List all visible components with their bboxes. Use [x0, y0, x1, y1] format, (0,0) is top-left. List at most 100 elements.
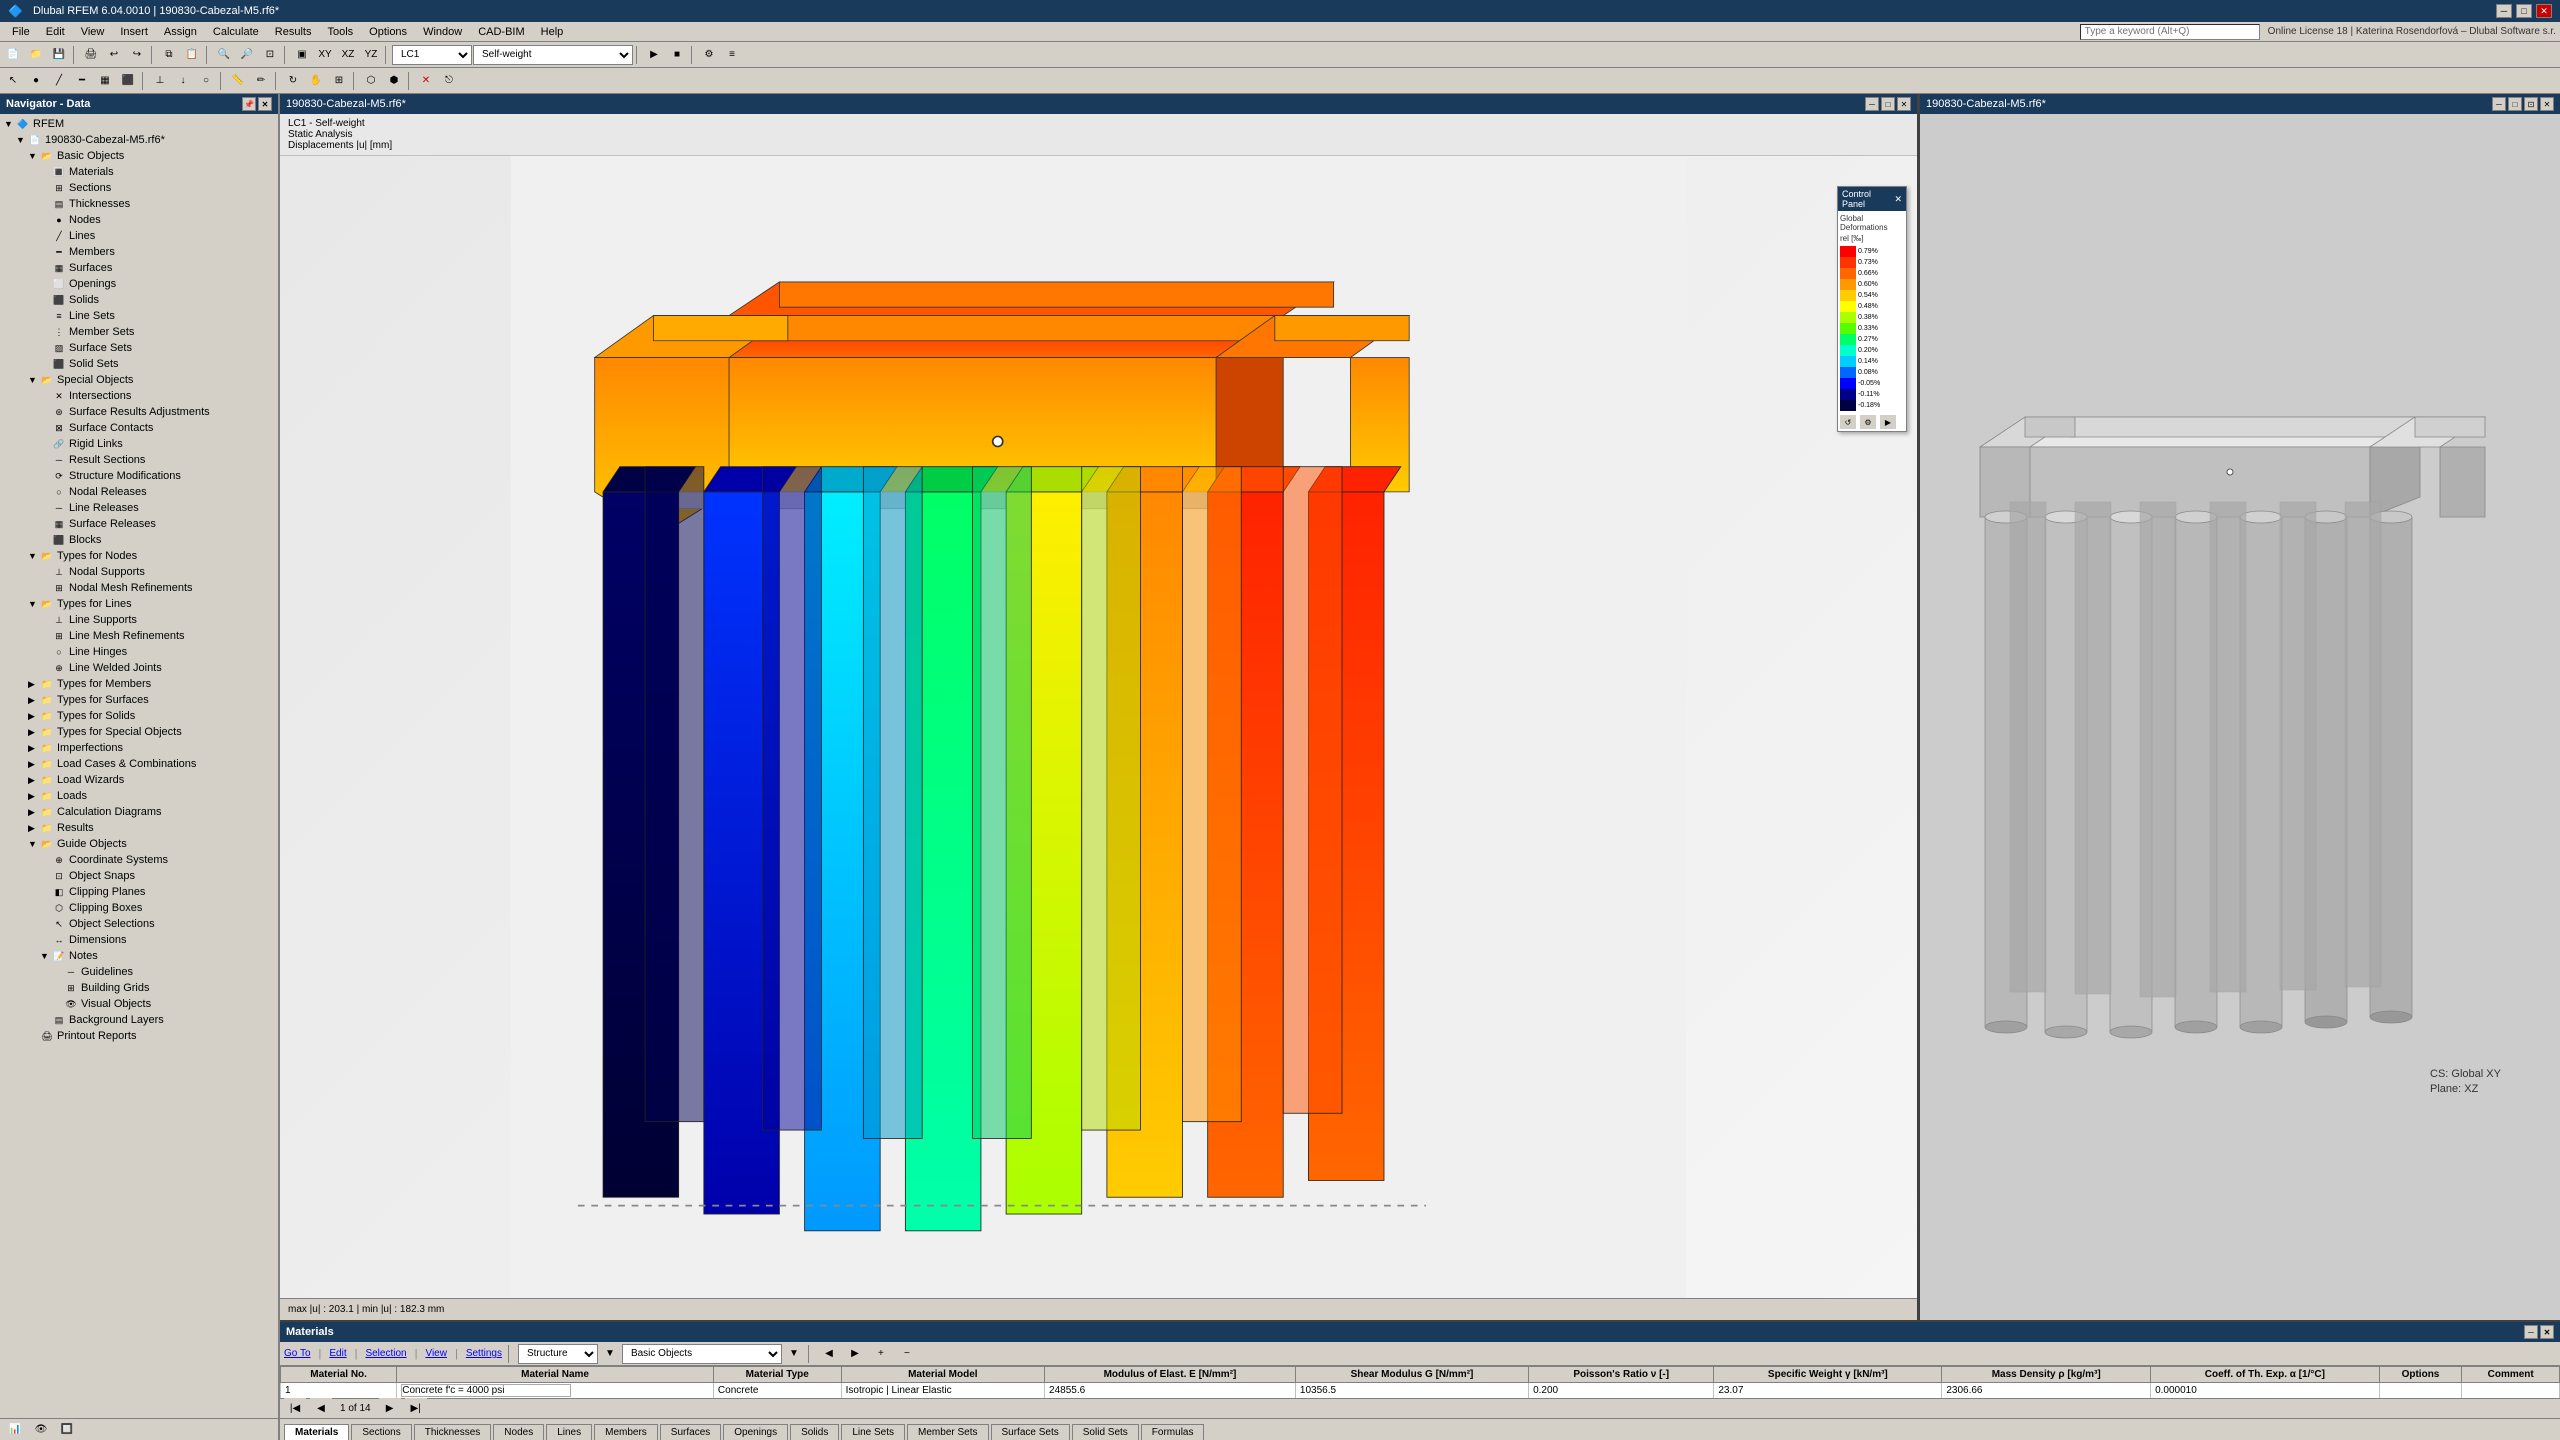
- tab-members[interactable]: Members: [594, 1424, 658, 1440]
- hinge-btn[interactable]: ○: [195, 70, 217, 92]
- nav-item-file[interactable]: ▼ 📄 190830-Cabezal-M5.rf6*: [0, 132, 278, 148]
- cell-mat-name[interactable]: [397, 1383, 714, 1399]
- menu-tools[interactable]: Tools: [319, 24, 361, 40]
- mat-min-btn[interactable]: ─: [2524, 1325, 2538, 1339]
- stop-button[interactable]: ■: [666, 44, 688, 66]
- tab-solids[interactable]: Solids: [790, 1424, 839, 1440]
- nav-item-solidsets[interactable]: ⬛ Solid Sets: [0, 356, 278, 372]
- nav-close-button[interactable]: ✕: [258, 97, 272, 111]
- paste-button[interactable]: 📋: [181, 44, 203, 66]
- nav-item-rfem[interactable]: ▼ 🔷 RFEM: [0, 116, 278, 132]
- nav-item-loads[interactable]: ▶ 📁 Loads: [0, 788, 278, 804]
- lc-name-dropdown[interactable]: Self-weight: [473, 45, 633, 65]
- nav-first-btn[interactable]: |◀: [284, 1398, 306, 1420]
- table-row[interactable]: 1 Concrete Isotropic | Linear Elastic 24…: [281, 1383, 2560, 1399]
- node-btn[interactable]: ●: [25, 70, 47, 92]
- tab-linesets[interactable]: Line Sets: [841, 1424, 905, 1440]
- materials-table[interactable]: Material No. Material Name Material Type…: [280, 1366, 2560, 1398]
- close-button[interactable]: ✕: [2536, 4, 2552, 18]
- mat-prev-btn[interactable]: ◀: [818, 1343, 840, 1365]
- annotate-btn[interactable]: ✏: [250, 70, 272, 92]
- nav-item-results[interactable]: ▶ 📁 Results: [0, 820, 278, 836]
- nav-item-visual-objects[interactable]: 👁 Visual Objects: [0, 996, 278, 1012]
- nav-views-btn[interactable]: 🔲: [56, 1419, 78, 1440]
- viewport-right[interactable]: 190830-Cabezal-M5.rf6* ─ □ ⊡ ✕: [1920, 94, 2560, 1320]
- escape-btn[interactable]: ⎋: [438, 70, 460, 92]
- mat-selection-label[interactable]: Selection: [365, 1348, 406, 1359]
- viewxz-button[interactable]: XZ: [337, 44, 359, 66]
- surface-btn[interactable]: ▦: [94, 70, 116, 92]
- mat-view-label[interactable]: View: [425, 1348, 447, 1359]
- nav-item-nodal-mesh[interactable]: ⊞ Nodal Mesh Refinements: [0, 580, 278, 596]
- nav-item-clipping-planes[interactable]: ◧ Clipping Planes: [0, 884, 278, 900]
- nav-item-background-layers[interactable]: ▤ Background Layers: [0, 1012, 278, 1028]
- nav-item-object-snaps[interactable]: ⊡ Object Snaps: [0, 868, 278, 884]
- nav-item-calc-diagrams[interactable]: ▶ 📁 Calculation Diagrams: [0, 804, 278, 820]
- tab-surfacesets[interactable]: Surface Sets: [991, 1424, 1070, 1440]
- nav-item-types-members[interactable]: ▶ 📁 Types for Members: [0, 676, 278, 692]
- vp-right-min[interactable]: ─: [2492, 97, 2506, 111]
- nav-item-surface-releases[interactable]: ▦ Surface Releases: [0, 516, 278, 532]
- cp-options-btn[interactable]: ⚙: [1860, 415, 1876, 429]
- nav-item-coord-systems[interactable]: ⊕ Coordinate Systems: [0, 852, 278, 868]
- nav-prev-btn[interactable]: ◀: [310, 1398, 332, 1420]
- mat-goto-label[interactable]: Go To: [284, 1348, 311, 1359]
- nav-pin-button[interactable]: 📌: [242, 97, 256, 111]
- materials-header-controls[interactable]: ─ ✕: [2524, 1325, 2554, 1339]
- nav-item-loadcases[interactable]: ▶ 📁 Load Cases & Combinations: [0, 756, 278, 772]
- tab-nodes[interactable]: Nodes: [493, 1424, 544, 1440]
- vp-right-max[interactable]: □: [2508, 97, 2522, 111]
- menu-cadbim[interactable]: CAD-BIM: [470, 24, 532, 40]
- support-btn[interactable]: ⊥: [149, 70, 171, 92]
- menu-assign[interactable]: Assign: [156, 24, 205, 40]
- open-button[interactable]: 📁: [25, 44, 47, 66]
- mat-settings-label[interactable]: Settings: [466, 1348, 502, 1359]
- line-btn[interactable]: ╱: [48, 70, 70, 92]
- mat-filter-btn[interactable]: ▼: [602, 1345, 618, 1363]
- tab-surfaces[interactable]: Surfaces: [660, 1424, 721, 1440]
- print-button[interactable]: 🖨: [80, 44, 102, 66]
- redo-button[interactable]: ↪: [126, 44, 148, 66]
- measure-btn[interactable]: 📏: [227, 70, 249, 92]
- mat-filter-dropdown[interactable]: Structure: [518, 1344, 598, 1364]
- tab-membersets[interactable]: Member Sets: [907, 1424, 988, 1440]
- vp-right-restore[interactable]: ⊡: [2524, 97, 2538, 111]
- nav-item-surface-contacts[interactable]: ⊠ Surface Contacts: [0, 420, 278, 436]
- nav-item-surfacesets[interactable]: ▨ Surface Sets: [0, 340, 278, 356]
- zoom-rect-btn[interactable]: ⊞: [328, 70, 350, 92]
- nav-data-btn[interactable]: 📊: [4, 1419, 26, 1440]
- vp-left-close[interactable]: ✕: [1897, 97, 1911, 111]
- load-btn[interactable]: ↓: [172, 70, 194, 92]
- nav-item-line-hinges[interactable]: ○ Line Hinges: [0, 644, 278, 660]
- minimize-button[interactable]: ─: [2496, 4, 2512, 18]
- nav-item-basic-objects[interactable]: ▼ 📂 Basic Objects: [0, 148, 278, 164]
- nav-item-blocks[interactable]: ⬛ Blocks: [0, 532, 278, 548]
- view3d-button[interactable]: ▣: [291, 44, 313, 66]
- nav-item-thicknesses[interactable]: ▤ Thicknesses: [0, 196, 278, 212]
- nav-item-object-selections[interactable]: ↖ Object Selections: [0, 916, 278, 932]
- menu-file[interactable]: File: [4, 24, 38, 40]
- tab-lines[interactable]: Lines: [546, 1424, 592, 1440]
- nav-item-types-nodes[interactable]: ▼ 📂 Types for Nodes: [0, 548, 278, 564]
- mat-filter2-dropdown[interactable]: Basic Objects: [622, 1344, 782, 1364]
- delete-btn[interactable]: ✕: [415, 70, 437, 92]
- vp-left-max[interactable]: □: [1881, 97, 1895, 111]
- new-button[interactable]: 📄: [2, 44, 24, 66]
- tab-solidsets[interactable]: Solid Sets: [1072, 1424, 1139, 1440]
- viewxy-button[interactable]: XY: [314, 44, 336, 66]
- nav-item-printout[interactable]: 🖨 Printout Reports: [0, 1028, 278, 1044]
- menu-help[interactable]: Help: [533, 24, 572, 40]
- nav-item-nodal-releases[interactable]: ○ Nodal Releases: [0, 484, 278, 500]
- nav-item-nodal-supports[interactable]: ⊥ Nodal Supports: [0, 564, 278, 580]
- vp-right-close[interactable]: ✕: [2540, 97, 2554, 111]
- nav-item-dimensions[interactable]: ↔ Dimensions: [0, 932, 278, 948]
- nav-item-sections[interactable]: ⊞ Sections: [0, 180, 278, 196]
- nav-item-membersets[interactable]: ⋮ Member Sets: [0, 324, 278, 340]
- cp-reset-btn[interactable]: ↺: [1840, 415, 1856, 429]
- navigator-controls[interactable]: 📌 ✕: [242, 97, 272, 111]
- run-calc-button[interactable]: ▶: [643, 44, 665, 66]
- nav-item-special-objects[interactable]: ▼ 📂 Special Objects: [0, 372, 278, 388]
- tab-materials[interactable]: Materials: [284, 1424, 349, 1440]
- menu-calculate[interactable]: Calculate: [205, 24, 267, 40]
- menu-options[interactable]: Options: [361, 24, 415, 40]
